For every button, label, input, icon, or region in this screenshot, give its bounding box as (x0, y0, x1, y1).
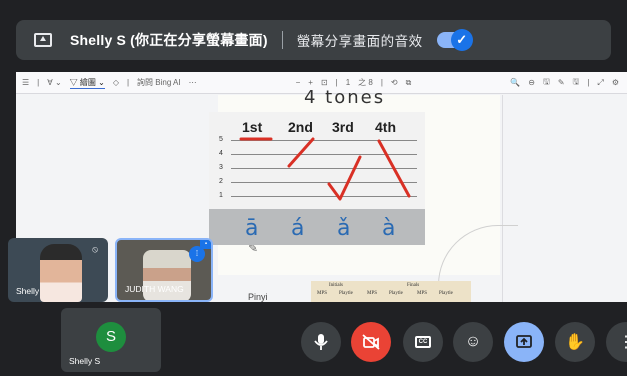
fit-page-icon[interactable]: ⊡ (321, 78, 328, 87)
mic-off-icon: ⦸ (92, 244, 98, 254)
check-icon: ✓ (450, 29, 473, 51)
banner-divider (281, 31, 283, 49)
captions-icon: CC (415, 336, 431, 348)
contents-icon[interactable]: ☰ (22, 78, 29, 87)
camera-button[interactable] (351, 322, 391, 362)
print-icon[interactable]: ⊖ (528, 78, 535, 87)
pinyin-first-tone: ā (245, 216, 259, 241)
raise-hand-button[interactable]: ✋ (555, 322, 595, 362)
zoom-out-button[interactable]: − (296, 78, 301, 87)
camera-off-icon (362, 334, 380, 350)
save-as-icon[interactable]: 🖫 (573, 76, 580, 90)
pinyin-table: Initials Finals MPS Playtle MPS Playtle … (311, 281, 471, 302)
tone-stroke-2nd (287, 137, 315, 168)
tone-chart-image: 1st 2nd 3rd 4th 5 4 3 2 1 ā á ǎ à (209, 112, 425, 245)
table-cell: Playtle (339, 291, 353, 296)
presenting-banner: Shelly S (你正在分享螢幕畫面) 螢幕分享畫面的音效 ✓ (16, 20, 611, 60)
present-screen-icon (516, 335, 532, 348)
save-icon[interactable]: 🖫 (543, 76, 550, 90)
more-vert-icon: ⋮ (618, 334, 627, 351)
share-audio-toggle[interactable]: ✓ (436, 29, 473, 51)
participant-tile-judith[interactable]: ▪ ⁞ JUDITH WANG (115, 238, 213, 302)
captions-button[interactable]: CC (403, 322, 443, 362)
table-header-finals: Finals (407, 283, 420, 288)
avatar: S (96, 322, 126, 352)
edit-icon[interactable]: ✎ (558, 78, 565, 87)
slide-heading: 4 tones (304, 87, 386, 108)
page-number-input[interactable]: 1 (346, 78, 350, 87)
page-decoration (438, 225, 518, 285)
toolbar-divider: | (126, 78, 130, 87)
hand-icon: ✋ (565, 334, 585, 351)
zoom-in-button[interactable]: + (308, 78, 313, 87)
reactions-button[interactable]: ☺ (453, 322, 493, 362)
table-cell: MPS (417, 291, 428, 296)
more-icon[interactable]: ⋯ (189, 78, 197, 87)
participant-tile-shelly[interactable]: ⦸ Shelly (8, 238, 108, 302)
pinyin-fourth-tone: à (382, 216, 396, 241)
toolbar-divider: | (37, 78, 40, 87)
draw-tool[interactable]: ▽ 繪圖 ⌄ (69, 77, 105, 89)
page-view-icon[interactable]: ⧉ (406, 78, 412, 88)
tone-strokes (239, 137, 411, 201)
table-cell: Playtle (439, 291, 453, 296)
search-icon[interactable]: 🔍 (510, 78, 520, 87)
more-options-button[interactable]: ⋮ (606, 322, 627, 362)
toolbar-divider: | (380, 78, 383, 87)
table-cell: MPS (317, 291, 328, 296)
mic-button[interactable] (301, 322, 341, 362)
present-screen-icon (34, 33, 52, 47)
pinyin-second-tone: á (291, 216, 305, 241)
emoji-icon: ☺ (464, 333, 482, 350)
table-cell: Playtle (389, 291, 403, 296)
fullscreen-icon[interactable]: ⤢ (597, 78, 603, 88)
erase-icon[interactable]: ◇ (113, 78, 119, 87)
toolbar-divider: | (587, 78, 590, 87)
mic-icon (314, 334, 328, 350)
rotate-icon[interactable]: ⟲ (391, 78, 398, 87)
speaking-indicator-icon: ⁞ (189, 246, 205, 262)
ask-bing-ai-button[interactable]: 詢問 Bing AI (137, 77, 181, 88)
table-cell: MPS (367, 291, 378, 296)
participant-video (143, 250, 191, 300)
share-audio-label: 螢幕分享畫面的音效 (296, 34, 423, 49)
presenter-title: Shelly S (你正在分享螢幕畫面) (70, 32, 268, 48)
self-tile[interactable]: S Shelly S (61, 308, 161, 372)
participant-name: Shelly (16, 286, 40, 296)
participant-video (40, 244, 82, 302)
present-button[interactable] (504, 322, 544, 362)
participant-name: JUDITH WANG (125, 284, 184, 294)
self-name: Shelly S (69, 356, 101, 366)
meet-stage: Shelly S (你正在分享螢幕畫面) 螢幕分享畫面的音效 ✓ ☰ | ∀ ⌄… (0, 0, 627, 376)
tone-stroke-4th (377, 139, 411, 198)
pinyin-third-tone: ǎ (337, 216, 351, 241)
settings-icon[interactable]: ⚙ (612, 78, 619, 87)
table-header-initials: Initials (329, 283, 343, 288)
highlight-tool[interactable]: ∀ ⌄ (47, 78, 61, 87)
toolbar-divider: | (335, 78, 338, 87)
tone-stroke-3rd (327, 155, 362, 201)
slide-bottom-text: Pinyi (248, 292, 268, 302)
